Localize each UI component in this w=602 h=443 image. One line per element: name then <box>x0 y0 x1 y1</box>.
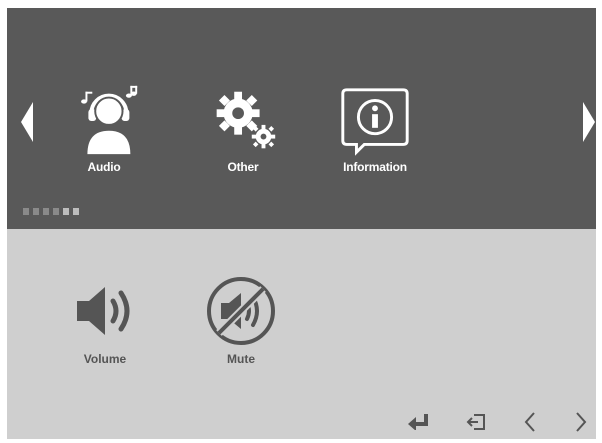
sub-item-volume[interactable]: Volume <box>60 276 150 376</box>
menu-item-information[interactable]: Information <box>325 86 425 186</box>
page-dot <box>33 208 39 215</box>
menu-item-audio-label: Audio <box>87 160 121 174</box>
page-indicator <box>23 208 79 216</box>
left-chevron-icon <box>524 412 535 432</box>
sub-item-volume-label: Volume <box>83 352 127 366</box>
gears-icon <box>203 86 283 156</box>
osd-menu: Audio Other Information Volume Mute <box>7 8 596 439</box>
menu-item-information-label: Information <box>343 160 407 174</box>
page-dot-active <box>73 208 79 215</box>
page-dot-active <box>63 208 69 215</box>
menu-item-other-label: Other <box>227 160 259 174</box>
menu-item-audio[interactable]: Audio <box>54 85 154 186</box>
exit-button[interactable] <box>461 408 491 436</box>
page-dot <box>43 208 49 215</box>
menu-item-other[interactable]: Other <box>193 86 293 186</box>
top-menu-panel: Audio Other Information <box>7 8 596 229</box>
enter-icon <box>408 414 428 430</box>
scroll-right-arrow-icon[interactable] <box>581 102 595 142</box>
enter-button[interactable] <box>404 408 434 436</box>
sub-item-mute-label: Mute <box>227 352 255 366</box>
mute-icon <box>201 276 281 346</box>
right-chevron-icon <box>576 412 587 432</box>
page-dot <box>53 208 59 215</box>
previous-button[interactable] <box>515 408 545 436</box>
exit-icon <box>466 414 485 430</box>
headphones-person-icon <box>64 85 144 156</box>
sub-item-mute[interactable]: Mute <box>196 276 286 376</box>
next-button[interactable] <box>566 408 596 436</box>
speaker-icon <box>65 276 145 346</box>
page-dot <box>23 208 29 215</box>
info-bubble-icon <box>335 86 415 156</box>
scroll-left-arrow-icon[interactable] <box>21 102 35 142</box>
